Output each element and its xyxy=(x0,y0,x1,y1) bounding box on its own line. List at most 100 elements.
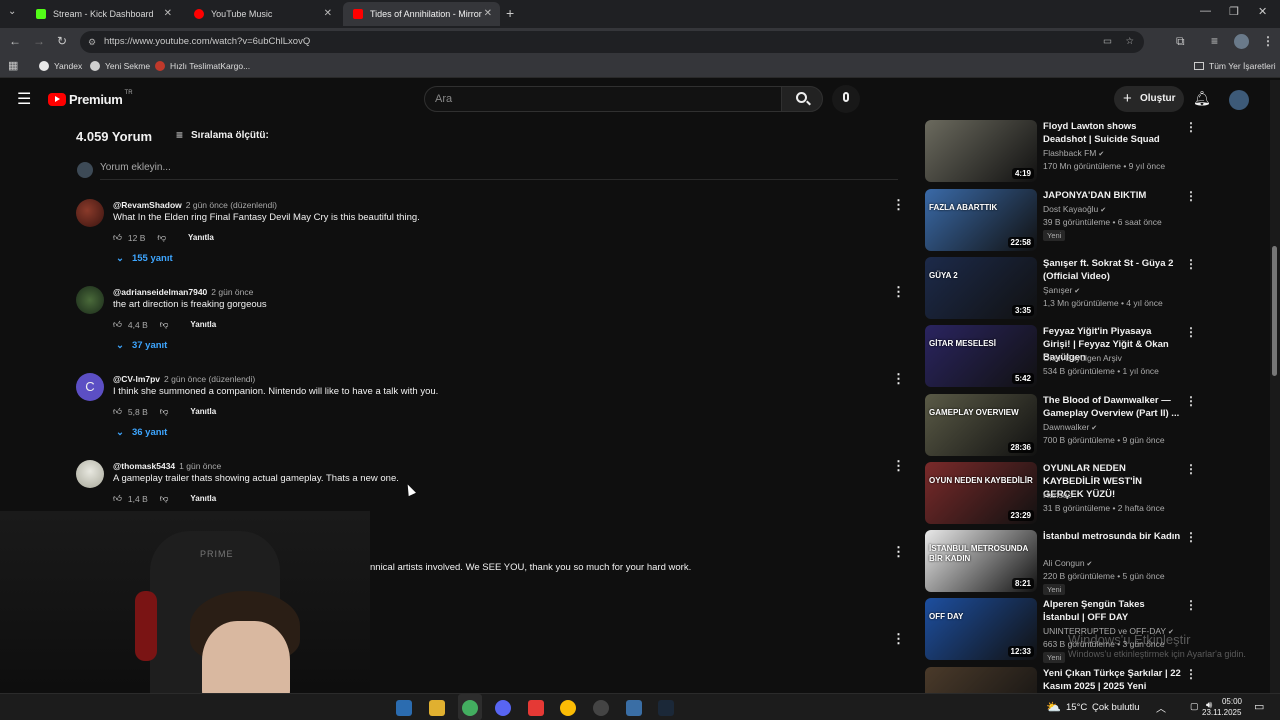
reply-button[interactable]: Yanıtla xyxy=(190,494,216,503)
comment-menu-icon[interactable]: ⋮ xyxy=(892,544,905,560)
comment-time[interactable]: 2 gün önce (düzenlendi) xyxy=(164,374,255,384)
close-window-icon[interactable]: ✕ xyxy=(1258,5,1267,18)
video-menu-icon[interactable]: ⋮ xyxy=(1185,598,1197,612)
channel-name[interactable]: Dost Kayaoğlu ✔ xyxy=(1043,204,1106,214)
steam-icon[interactable] xyxy=(658,700,674,716)
view-replies-button[interactable]: ⌄ 155 yanıt xyxy=(116,253,173,264)
weather-temp[interactable]: 15°C xyxy=(1066,702,1087,713)
back-icon[interactable]: ← xyxy=(9,34,21,48)
comment-avatar[interactable] xyxy=(76,199,104,227)
close-tab-icon[interactable]: ✕ xyxy=(164,8,172,19)
new-tab-icon[interactable]: + xyxy=(506,5,514,21)
scrollbar-thumb[interactable] xyxy=(1272,246,1277,376)
video-title[interactable]: Alperen Şengün Takes İstanbul | OFF DAY xyxy=(1043,598,1181,624)
reload-icon[interactable]: ↻ xyxy=(57,34,67,48)
video-thumbnail[interactable]: GAMEPLAY OVERVIEW 28:36 xyxy=(925,394,1037,456)
weather-description[interactable]: Çok bulutlu xyxy=(1092,702,1140,713)
video-menu-icon[interactable]: ⋮ xyxy=(1185,189,1197,203)
bookmark-yandex[interactable]: Yandex xyxy=(39,61,82,71)
reply-button[interactable]: Yanıtla xyxy=(188,233,214,242)
video-card[interactable]: GİTAR MESELESİ 5:42 Feyyaz Yiğit'in Piyasa… xyxy=(925,325,1197,387)
like-icon[interactable]: 👍︎ xyxy=(113,319,122,330)
close-tab-icon[interactable]: ✕ xyxy=(324,8,332,19)
comment-menu-icon[interactable]: ⋮ xyxy=(892,458,905,474)
chrome-icon[interactable] xyxy=(560,700,576,716)
hamburger-menu-icon[interactable]: ☰ xyxy=(17,89,31,109)
tray-chevron-icon[interactable]: ︿ xyxy=(1156,700,1166,715)
close-tab-icon[interactable]: ✕ xyxy=(484,8,492,19)
app-icon[interactable] xyxy=(626,700,642,716)
notifications-bell-icon[interactable]: 🔔︎ xyxy=(1193,90,1211,107)
voice-search-button[interactable] xyxy=(832,85,860,113)
minimize-icon[interactable]: — xyxy=(1200,5,1211,17)
site-info-icon[interactable]: ⚙ xyxy=(88,31,96,53)
reply-button[interactable]: Yanıtla xyxy=(190,320,216,329)
channel-name[interactable]: Hansuo xyxy=(1043,490,1072,500)
like-icon[interactable]: 👍︎ xyxy=(113,406,122,417)
profile-avatar[interactable] xyxy=(1234,34,1249,49)
video-menu-icon[interactable]: ⋮ xyxy=(1185,394,1197,408)
channel-name[interactable]: Flashback FM ✔ xyxy=(1043,148,1104,158)
search-button[interactable] xyxy=(781,86,823,112)
discord-icon[interactable] xyxy=(495,700,511,716)
channel-name[interactable]: Dawnwalker ✔ xyxy=(1043,422,1097,432)
search-input[interactable]: Ara xyxy=(424,86,782,112)
bookmark-star-icon[interactable]: ☆ xyxy=(1125,31,1134,53)
forward-icon[interactable]: → xyxy=(33,34,45,48)
create-button[interactable]: + Oluştur xyxy=(1114,86,1184,112)
video-menu-icon[interactable]: ⋮ xyxy=(1185,462,1197,476)
video-thumbnail[interactable]: OFF DAY 12:33 xyxy=(925,598,1037,660)
tab-tides-of-annihilation[interactable]: Tides of Annihilation - Mirror C ✕ xyxy=(343,2,500,26)
video-card[interactable]: GAMEPLAY OVERVIEW 28:36 The Blood of Dawnw… xyxy=(925,394,1197,456)
sort-button[interactable]: ≡ Sıralama ölçütü: xyxy=(176,128,269,142)
extensions-icon[interactable]: ⧉ xyxy=(1176,34,1185,49)
restore-icon[interactable]: ❐ xyxy=(1229,5,1239,18)
comment-author[interactable]: @CV-lm7pv xyxy=(113,374,160,384)
tab-kick-dashboard[interactable]: Stream - Kick Dashboard ✕ xyxy=(26,2,180,26)
reply-button[interactable]: Yanıtla xyxy=(190,407,216,416)
video-card[interactable]: GÜYA 2 3:35 Şanışer ft. Sokrat St - Güya 2… xyxy=(925,257,1197,319)
view-replies-button[interactable]: ⌄ 36 yanıt xyxy=(116,427,167,438)
comment-avatar[interactable] xyxy=(76,286,104,314)
cast-icon[interactable]: ▭ xyxy=(1103,31,1112,53)
comment-menu-icon[interactable]: ⋮ xyxy=(892,631,905,647)
dislike-icon[interactable]: 👎︎ xyxy=(160,319,169,330)
all-bookmarks[interactable]: Tüm Yer İşaretleri xyxy=(1194,61,1276,71)
video-thumbnail[interactable]: FAZLA ABARTTIK 22:58 xyxy=(925,189,1037,251)
comment-time[interactable]: 1 gün önce xyxy=(179,461,221,471)
comment-time[interactable]: 2 gün önce xyxy=(211,287,253,297)
video-card[interactable]: İSTANBUL METROSUNDA BİR KADIN 8:21 İstanbu… xyxy=(925,530,1197,595)
video-card[interactable]: Yeni Çıkan Türkçe Şarkılar | 22 Kasım 20… xyxy=(925,667,1195,693)
video-title[interactable]: Floyd Lawton shows Deadshot | Suicide Sq… xyxy=(1043,120,1181,146)
video-thumbnail[interactable] xyxy=(925,667,1037,693)
comment-menu-icon[interactable]: ⋮ xyxy=(892,371,905,387)
video-menu-icon[interactable]: ⋮ xyxy=(1185,257,1197,271)
wps-icon[interactable] xyxy=(528,700,544,716)
clock-date[interactable]: 23.11.2025 xyxy=(1202,708,1241,717)
file-explorer-icon[interactable] xyxy=(429,700,445,716)
dislike-icon[interactable]: 👎︎ xyxy=(160,406,169,417)
apps-icon[interactable]: ▦ xyxy=(8,59,18,72)
video-menu-icon[interactable]: ⋮ xyxy=(1185,667,1195,681)
comment-author[interactable]: @RevamShadow xyxy=(113,200,182,210)
video-title[interactable]: JAPONYA'DAN BIKTIM xyxy=(1043,189,1181,202)
dislike-icon[interactable]: 👎︎ xyxy=(157,232,166,243)
like-icon[interactable]: 👍︎ xyxy=(113,232,122,243)
video-menu-icon[interactable]: ⋮ xyxy=(1185,120,1197,134)
comment-avatar[interactable]: C xyxy=(76,373,104,401)
video-title[interactable]: Şanışer ft. Sokrat St - Güya 2 (Official… xyxy=(1043,257,1181,283)
video-menu-icon[interactable]: ⋮ xyxy=(1185,530,1197,544)
account-avatar[interactable] xyxy=(1229,90,1249,110)
video-card[interactable]: 4:19 Floyd Lawton shows Deadshot | Suicid… xyxy=(925,120,1197,182)
channel-name[interactable]: Okan Bayülgen Arşiv xyxy=(1043,353,1122,363)
tab-search-icon[interactable]: ⌄ xyxy=(8,6,16,17)
comment-avatar[interactable] xyxy=(76,460,104,488)
video-card[interactable]: FAZLA ABARTTIK 22:58 JAPONYA'DAN BIKTIM Dos… xyxy=(925,189,1197,251)
video-title[interactable]: Yeni Çıkan Türkçe Şarkılar | 22 Kasım 20… xyxy=(1043,667,1181,693)
video-title[interactable]: İstanbul metrosunda bir Kadın xyxy=(1043,530,1181,543)
video-menu-icon[interactable]: ⋮ xyxy=(1185,325,1197,339)
video-title[interactable]: The Blood of Dawnwalker — Gameplay Overv… xyxy=(1043,394,1181,420)
video-thumbnail[interactable]: 4:19 xyxy=(925,120,1037,182)
address-bar[interactable]: ⚙ https://www.youtube.com/watch?v=6ubChl… xyxy=(80,31,1144,53)
video-thumbnail[interactable]: İSTANBUL METROSUNDA BİR KADIN 8:21 xyxy=(925,530,1037,592)
